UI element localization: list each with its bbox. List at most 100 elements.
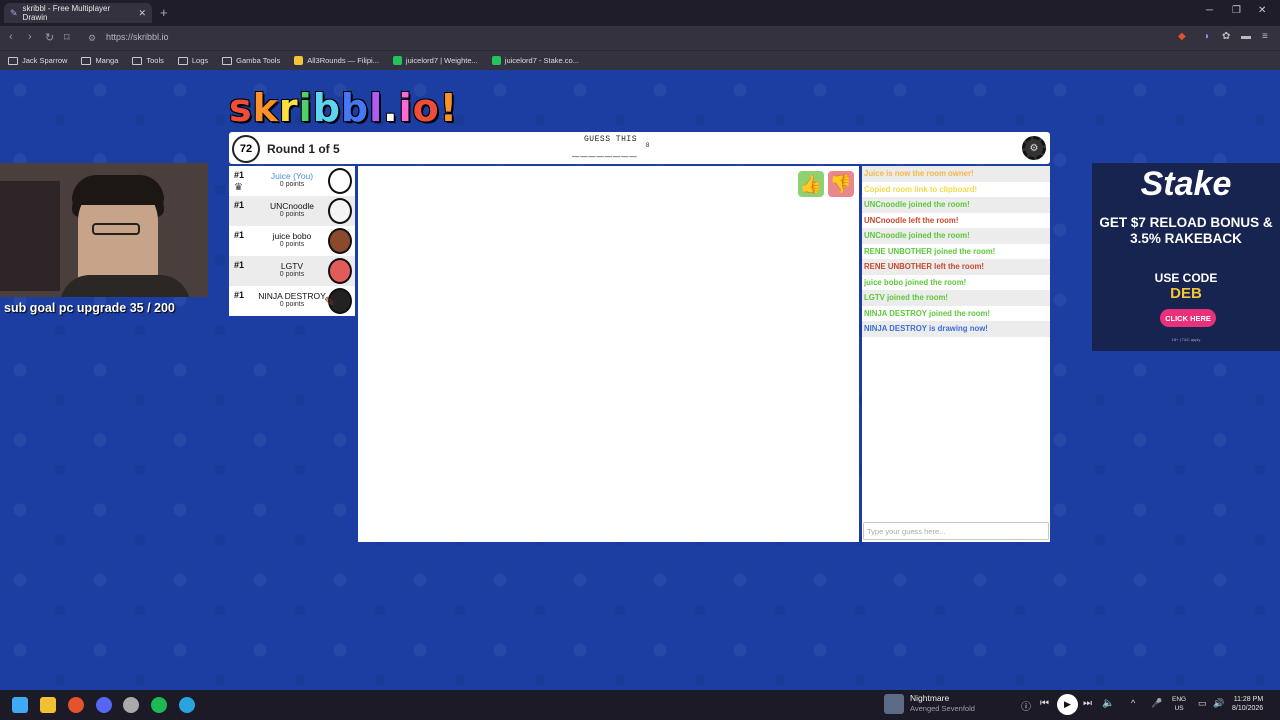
logo-letter: . — [383, 86, 399, 130]
forward-icon[interactable]: › — [28, 31, 32, 43]
timer-value: 72 — [239, 143, 253, 155]
guess-input[interactable] — [863, 522, 1049, 540]
thumbs-up-icon[interactable]: 👍 — [798, 171, 824, 197]
player-name: UNCnoodle — [270, 201, 314, 211]
browser-tab[interactable]: ✎ skribbl - Free Multiplayer Drawin ✕ — [4, 3, 152, 23]
player-rank: #1 — [234, 200, 245, 210]
tab-close-icon[interactable]: ✕ — [138, 8, 146, 19]
media-artist: Avenged Sevenfold — [910, 704, 975, 713]
ad-logo: Stake — [1140, 165, 1232, 203]
player-points: 0 points — [279, 241, 305, 248]
folder-icon — [81, 56, 92, 65]
thumbs-down-icon[interactable]: 👎 — [828, 171, 854, 197]
logo-letter: l — [369, 86, 384, 130]
player-row[interactable]: #1 LGTV 0 points — [229, 256, 355, 286]
logo-letter: i — [398, 86, 413, 130]
bookmark-item[interactable]: All3Rounds — Filipi... — [294, 56, 379, 65]
player-row[interactable]: #1 UNCnoodle 0 points — [229, 196, 355, 226]
back-icon[interactable]: ‹ — [9, 31, 13, 43]
reload-icon[interactable]: ↻ — [45, 31, 54, 44]
chat-message: RENE UNBOTHER left the room! — [862, 259, 1050, 275]
bookmark-icon[interactable]: ⌑ — [64, 31, 70, 44]
player-rank: #1 — [234, 170, 245, 180]
folder-icon — [222, 56, 233, 65]
telegram-icon[interactable] — [179, 697, 195, 713]
extensions-icon[interactable]: ✿ — [1222, 31, 1230, 42]
avatar — [328, 198, 352, 224]
site-icon — [491, 56, 501, 65]
wallet-icon[interactable]: ▬ — [1241, 31, 1251, 42]
windows-start-icon[interactable] — [12, 697, 28, 713]
address-bar[interactable]: https://skribbl.io — [106, 32, 169, 42]
word-hint: ________ — [572, 146, 638, 160]
chat-message: Copied room link to clipboard! — [864, 184, 978, 194]
logo-letter: o — [412, 86, 440, 130]
logo-letter: ! — [439, 86, 459, 130]
ad-code-label: USE CODE — [1154, 271, 1218, 285]
chat-message: Juice is now the room owner! — [862, 166, 1050, 182]
menu-icon[interactable]: ≡ — [1262, 31, 1268, 42]
player-row[interactable]: #1 NINJA DESTROY 0 points ✎ — [229, 286, 355, 316]
volume-icon[interactable]: 🔈 — [1102, 698, 1114, 709]
settings-gear-icon[interactable]: ⚙ — [1022, 136, 1046, 160]
logo-letter: r — [278, 86, 299, 130]
chat-message: UNCnoodle joined the room! — [862, 197, 1050, 213]
stake-ad[interactable]: Stake GET $7 RELOAD BONUS & 3.5% RAKEBAC… — [1092, 163, 1280, 351]
chat-message: juice bobo joined the room! — [864, 277, 967, 287]
chat-message: UNCnoodle joined the room! — [862, 228, 1050, 244]
discord-icon[interactable] — [96, 697, 112, 713]
guess-label: GUESS THIS — [584, 135, 638, 144]
network-icon[interactable]: ▭ — [1198, 698, 1207, 709]
microphone-icon[interactable]: 🎤 — [1151, 698, 1162, 709]
skribbl-logo: skribbl.io! — [229, 86, 458, 130]
tab-title: skribbl - Free Multiplayer Drawin — [22, 4, 111, 22]
window-close-icon[interactable]: ✕ — [1258, 5, 1266, 16]
bookmark-item[interactable]: Logs — [177, 56, 208, 65]
info-icon[interactable]: ⓘ — [1021, 698, 1031, 713]
next-track-icon[interactable]: ⏭ — [1083, 698, 1092, 709]
browser-tab-bar: ✎ skribbl - Free Multiplayer Drawin ✕ + … — [0, 0, 1280, 26]
bookmark-item[interactable]: juicelord7 | Weighte... — [392, 56, 478, 65]
bookmark-item[interactable]: Jack Sparrow — [8, 56, 67, 65]
avatar — [328, 168, 352, 194]
bookmark-item[interactable]: Tools — [132, 56, 164, 65]
minimize-icon[interactable]: ─ — [1206, 5, 1213, 16]
bookmark-item[interactable]: Gamba Tools — [222, 56, 280, 65]
bookmark-item[interactable]: Manga — [81, 56, 118, 65]
player-name: LGTV — [280, 261, 304, 271]
bookmarks-bar: Jack Sparrow Manga Tools Logs Gamba Tool… — [0, 50, 1280, 70]
site-info-icon[interactable]: ⚙ — [88, 33, 96, 44]
brave-browser-icon[interactable] — [68, 697, 84, 713]
logo-letter: k — [252, 86, 279, 130]
bookmark-item[interactable]: juicelord7 - Stake.co... — [491, 56, 579, 65]
player-list: #1 ♛ Juice (You) 0 points #1 UNCnoodle 0… — [229, 166, 355, 316]
spotify-icon[interactable] — [151, 697, 167, 713]
play-icon[interactable]: ▶ — [1057, 694, 1078, 715]
chat-message: LGTV joined the room! — [862, 290, 1050, 306]
brave-shield-icon[interactable]: ◆ — [1178, 31, 1186, 42]
previous-track-icon[interactable]: ⏮ — [1040, 698, 1049, 709]
language-indicator[interactable]: ENG US — [1172, 695, 1186, 713]
windows-taskbar: Nightmare Avenged Sevenfold ⓘ ⏮ ▶ ⏭ 🔈 ^ … — [0, 690, 1280, 720]
site-icon — [294, 56, 304, 65]
ad-fine-print: 18+ | T&C apply — [1171, 337, 1201, 342]
drawing-canvas[interactable]: 👍 👎 — [358, 166, 859, 542]
sub-goal-text: sub goal pc upgrade 35 / 200 — [4, 301, 175, 315]
speaker-icon[interactable]: 🔊 — [1213, 698, 1224, 709]
player-row[interactable]: #1 juice bobo 0 points — [229, 226, 355, 256]
ad-code: DEB — [1170, 285, 1202, 302]
maximize-icon[interactable]: ❐ — [1232, 5, 1241, 16]
chat-message: RENE UNBOTHER joined the room! — [864, 246, 996, 256]
ad-click-button[interactable]: CLICK HERE — [1160, 309, 1216, 327]
avatar — [328, 258, 352, 284]
player-row[interactable]: #1 ♛ Juice (You) 0 points — [229, 166, 355, 196]
folder-icon — [177, 56, 188, 65]
player-points: 0 points — [279, 181, 305, 188]
speak-icon[interactable]: ◗ — [1204, 31, 1210, 42]
file-explorer-icon[interactable] — [40, 697, 56, 713]
chat-message: NINJA DESTROY joined the room! — [864, 308, 991, 318]
tray-expand-icon[interactable]: ^ — [1131, 698, 1135, 708]
system-clock[interactable]: 11:28 PM 8/10/2026 — [1232, 695, 1263, 713]
obs-icon[interactable] — [123, 697, 139, 713]
new-tab-button[interactable]: + — [160, 5, 168, 20]
